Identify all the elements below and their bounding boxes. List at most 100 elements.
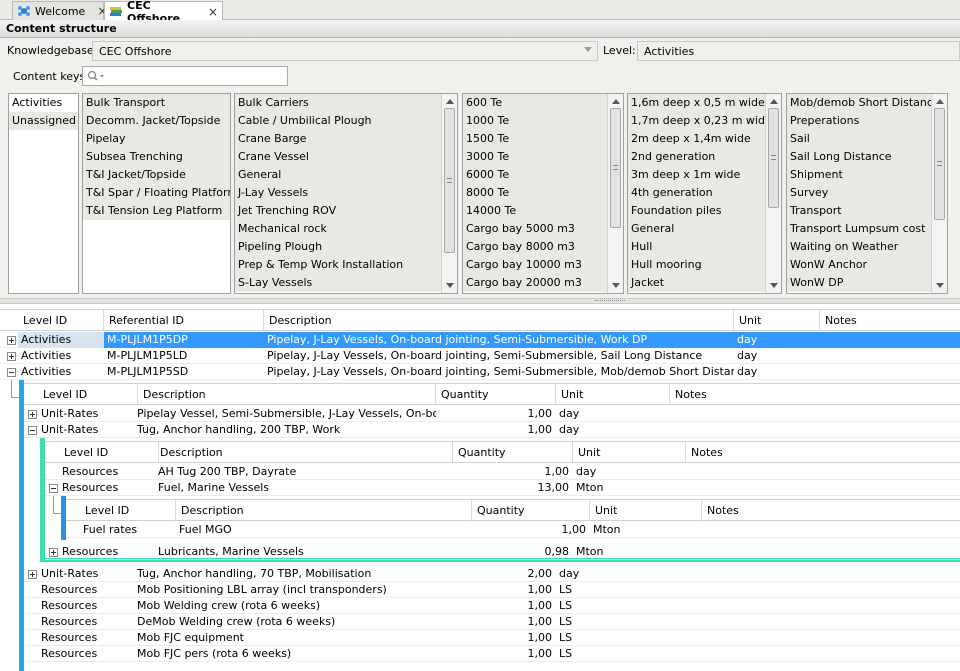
chevron-down-icon[interactable]	[770, 283, 778, 288]
list-item[interactable]: Cargo bay 8000 m3	[463, 238, 623, 256]
column-header-quantity[interactable]: Quantity	[472, 500, 590, 521]
collapse-icon[interactable]	[49, 484, 58, 493]
list-item[interactable]: Pipeling Plough	[235, 238, 457, 256]
list-item[interactable]: 600 Te	[463, 94, 623, 112]
list-item[interactable]: Cable / Umbilical Plough	[235, 112, 457, 130]
collapse-icon[interactable]	[28, 426, 37, 435]
list-level-2[interactable]: Bulk Transport Decomm. Jacket/Topside Pi…	[82, 93, 231, 294]
content-keys-search-input[interactable]	[82, 66, 288, 86]
table-row[interactable]: Resources Mob Welding crew (rota 6 weeks…	[24, 598, 960, 614]
table-row[interactable]: Unit-Rates Tug, Anchor handling, 70 TBP,…	[24, 566, 960, 582]
list-item[interactable]: Unassigned	[9, 112, 78, 130]
list-item[interactable]: Survey	[787, 184, 947, 202]
list-item[interactable]: 1500 Te	[463, 130, 623, 148]
list-item[interactable]: 1000 Te	[463, 112, 623, 130]
list-item[interactable]: Foundation piles	[628, 202, 781, 220]
expand-icon[interactable]	[28, 570, 37, 579]
column-header-description[interactable]: Description	[264, 310, 734, 331]
list-scrollbar[interactable]	[607, 94, 623, 293]
level-select[interactable]: Activities	[637, 41, 960, 61]
list-item[interactable]: 1,7m deep x 0,23 m wide	[628, 112, 781, 130]
list-item[interactable]: Shipment	[787, 166, 947, 184]
list-scrollbar[interactable]	[441, 94, 457, 293]
chevron-up-icon[interactable]	[612, 99, 620, 104]
table-row[interactable]: Unit-Rates Pipelay Vessel, Semi-Submersi…	[24, 406, 960, 422]
list-item[interactable]: 4th generation	[628, 184, 781, 202]
list-item[interactable]: Crane Barge	[235, 130, 457, 148]
column-header-description[interactable]: Description	[176, 500, 472, 521]
list-item[interactable]: Mechanical rock	[235, 220, 457, 238]
chevron-down-icon[interactable]	[936, 283, 944, 288]
scroll-thumb[interactable]	[610, 108, 621, 228]
scroll-thumb[interactable]	[444, 108, 455, 253]
collapse-icon[interactable]	[7, 368, 16, 377]
table-row[interactable]: Activities M-PLJLM1P5LD Pipelay, J-Lay V…	[0, 348, 960, 364]
chevron-down-icon[interactable]	[612, 283, 620, 288]
column-header-notes[interactable]: Notes	[820, 310, 960, 331]
column-header-notes[interactable]: Notes	[686, 442, 960, 463]
list-item[interactable]: General	[235, 166, 457, 184]
column-header-level-id[interactable]: Level ID	[18, 310, 104, 331]
list-item[interactable]: Waiting on Weather	[787, 238, 947, 256]
list-scrollbar[interactable]	[931, 94, 947, 293]
table-row[interactable]: Resources Fuel, Marine Vessels 13,00 Mto…	[45, 480, 960, 496]
list-item[interactable]: S-Lay Vessels	[235, 274, 457, 292]
list-item[interactable]: Cargo bay 20000 m3	[463, 274, 623, 292]
column-header-level-id[interactable]: Level ID	[59, 442, 159, 463]
chevron-up-icon[interactable]	[446, 99, 454, 104]
column-header-unit[interactable]: Unit	[556, 384, 670, 405]
list-item[interactable]: Sail	[787, 130, 947, 148]
list-item[interactable]: 2m deep x 1,4m wide	[628, 130, 781, 148]
table-row[interactable]: Resources Mob FJC equipment 1,00 LS	[24, 630, 960, 646]
list-item[interactable]: Prep & Temp Work Installation	[235, 256, 457, 274]
column-header-level-id[interactable]: Level ID	[38, 384, 138, 405]
column-header-description[interactable]: Description	[138, 384, 436, 405]
column-header-referential-id[interactable]: Referential ID	[104, 310, 264, 331]
list-level-6[interactable]: Mob/demob Short Distance Preperations Sa…	[786, 93, 948, 294]
list-item[interactable]: Decomm. Jacket/Topside	[83, 112, 230, 130]
table-row[interactable]: Resources AH Tug 200 TBP, Dayrate 1,00 d…	[45, 464, 960, 480]
column-header-notes[interactable]: Notes	[702, 500, 960, 521]
list-item[interactable]: 2nd generation	[628, 148, 781, 166]
list-level-3[interactable]: Bulk Carriers Cable / Umbilical Plough C…	[234, 93, 458, 294]
expand-icon[interactable]	[49, 548, 58, 557]
scroll-thumb[interactable]	[768, 108, 779, 208]
table-row[interactable]: Resources Mob Positioning LBL array (inc…	[24, 582, 960, 598]
list-item[interactable]: 3m deep x 1m wide	[628, 166, 781, 184]
list-item[interactable]: Bulk Carriers	[235, 94, 457, 112]
column-header-unit[interactable]: Unit	[590, 500, 702, 521]
table-row[interactable]: Fuel rates Fuel MGO 1,00 Mton	[66, 522, 960, 538]
list-item[interactable]: T&I Spar / Floating Platform	[83, 184, 230, 202]
list-item[interactable]: Pipelay	[83, 130, 230, 148]
list-item[interactable]: Transport	[787, 202, 947, 220]
table-row[interactable]: Resources Mob FJC pers (rota 6 weeks) 1,…	[24, 646, 960, 662]
column-header-quantity[interactable]: Quantity	[453, 442, 573, 463]
scroll-thumb[interactable]	[934, 108, 945, 220]
splitter-handle[interactable]	[0, 298, 960, 304]
list-item[interactable]: Subsea Trenching	[83, 148, 230, 166]
chevron-up-icon[interactable]	[770, 99, 778, 104]
list-item[interactable]: T&I Tension Leg Platform	[83, 202, 230, 220]
table-row[interactable]: Activities M-PLJLM1P5DP Pipelay, J-Lay V…	[0, 332, 960, 348]
column-header-quantity[interactable]: Quantity	[436, 384, 556, 405]
knowledgebase-select[interactable]: CEC Offshore	[92, 41, 598, 61]
list-item[interactable]: Preperations	[787, 112, 947, 130]
expand-icon[interactable]	[7, 336, 16, 345]
table-row[interactable]: Unit-Rates Tug, Anchor handling, 200 TBP…	[24, 422, 960, 438]
list-item[interactable]: Jet Trenching ROV	[235, 202, 457, 220]
list-item[interactable]: WonW Anchor	[787, 256, 947, 274]
chevron-down-icon[interactable]	[446, 283, 454, 288]
list-item[interactable]: 1,6m deep x 0,5 m wide	[628, 94, 781, 112]
list-level-1[interactable]: Activities Unassigned	[8, 93, 79, 294]
list-item[interactable]: Mob/demob Short Distance	[787, 94, 947, 112]
column-header-description[interactable]: Description	[155, 442, 453, 463]
list-item[interactable]: 14000 Te	[463, 202, 623, 220]
list-item[interactable]: Transport Lumpsum cost	[787, 220, 947, 238]
list-item[interactable]: Sail Long Distance	[787, 148, 947, 166]
list-item[interactable]: Crane Vessel	[235, 148, 457, 166]
list-item[interactable]: Bulk Transport	[83, 94, 230, 112]
list-item[interactable]: 6000 Te	[463, 166, 623, 184]
tab-welcome[interactable]: Welcome ×	[12, 1, 107, 20]
list-item[interactable]: Cargo bay 10000 m3	[463, 256, 623, 274]
expand-icon[interactable]	[7, 352, 16, 361]
